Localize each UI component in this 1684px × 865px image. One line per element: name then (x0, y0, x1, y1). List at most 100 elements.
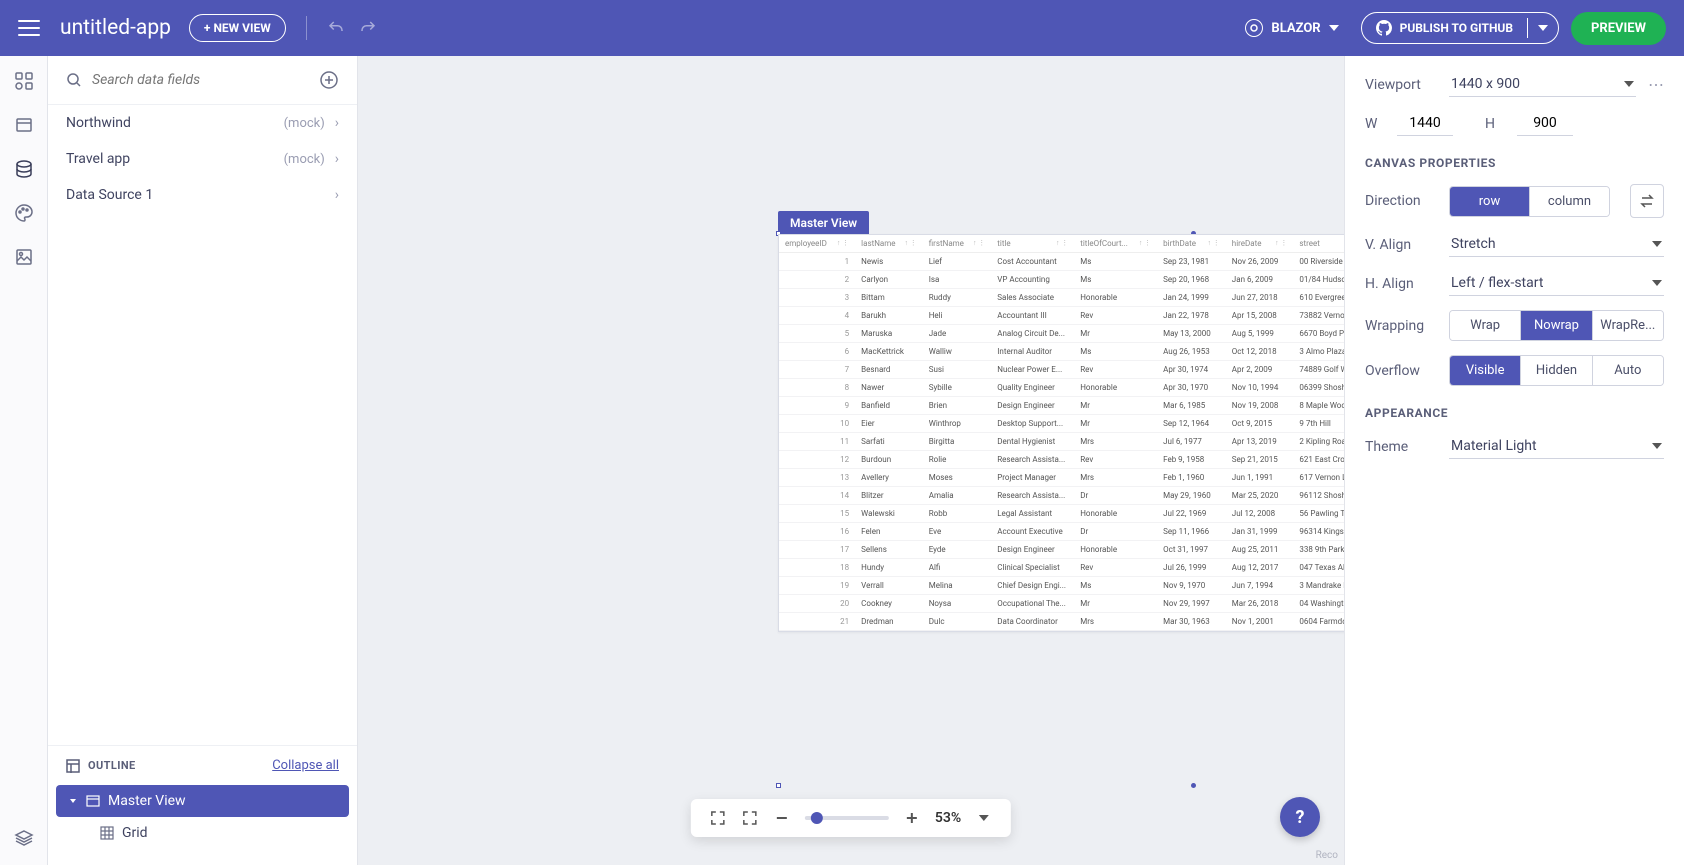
mock-badge: (mock) (284, 152, 325, 167)
column-header[interactable]: lastName↑ ⋮ (855, 235, 923, 253)
assets-icon[interactable] (13, 246, 35, 268)
table-row[interactable]: 1NewisLiefCost AccountantMsSep 23, 1981N… (779, 253, 1344, 271)
search-input[interactable] (92, 72, 309, 88)
datasource-item[interactable]: Data Source 1› (48, 177, 357, 213)
halign-select[interactable]: Left / flex-start (1449, 271, 1664, 296)
datasource-item[interactable]: Northwind(mock)› (48, 105, 357, 141)
outline-tree: Master View Grid (48, 785, 357, 865)
zoom-out-icon[interactable] (773, 809, 791, 827)
segment-option[interactable]: Nowrap (1521, 311, 1592, 340)
table-row[interactable]: 10EierWinthropDesktop Support...MrSep 12… (779, 415, 1344, 433)
valign-label: V. Align (1365, 237, 1437, 253)
resize-handle[interactable] (776, 783, 781, 788)
column-header[interactable]: titleOfCourt...↑ ⋮ (1074, 235, 1157, 253)
segment-option[interactable]: Auto (1593, 356, 1663, 385)
publish-dropdown[interactable] (1527, 18, 1558, 38)
tree-child[interactable]: Grid (56, 817, 349, 849)
column-header[interactable]: hireDate↑ ⋮ (1226, 235, 1294, 253)
blazor-icon (1245, 19, 1263, 37)
new-view-button[interactable]: + NEW VIEW (189, 14, 286, 42)
table-row[interactable]: 11SarfatiBirgittaDental HygienistMrsJul … (779, 433, 1344, 451)
valign-select[interactable]: Stretch (1449, 232, 1664, 257)
table-row[interactable]: 21DredmanDulcData CoordinatorMrsMar 30, … (779, 613, 1344, 631)
column-header[interactable]: title↑ ⋮ (991, 235, 1074, 253)
view-card[interactable]: employeeID↑ ⋮lastName↑ ⋮firstName↑ ⋮titl… (778, 234, 1344, 632)
segment-option[interactable]: column (1530, 187, 1609, 216)
table-row[interactable]: 13AvelleryMosesProject ManagerMrsFeb 1, … (779, 469, 1344, 487)
swap-direction-icon[interactable] (1630, 184, 1664, 218)
table-row[interactable]: 16FelenEveAccount ExecutiveDrSep 11, 196… (779, 523, 1344, 541)
zoom-in-icon[interactable] (903, 809, 921, 827)
h-label: H (1485, 116, 1505, 132)
data-grid[interactable]: employeeID↑ ⋮lastName↑ ⋮firstName↑ ⋮titl… (779, 235, 1344, 631)
width-input[interactable] (1397, 111, 1453, 136)
view-tab[interactable]: Master View (778, 211, 869, 235)
redo-icon[interactable] (359, 19, 377, 37)
wrapping-segment: WrapNowrapWrapRe... (1449, 310, 1664, 341)
expand-icon[interactable] (741, 809, 759, 827)
preview-button[interactable]: PREVIEW (1571, 12, 1666, 45)
theme-select[interactable]: Material Light (1449, 434, 1664, 459)
table-row[interactable]: 7BesnardSusiNuclear Power E...RevApr 30,… (779, 361, 1344, 379)
fit-icon[interactable] (709, 809, 727, 827)
table-row[interactable]: 4BarukhHeliAccountant IIIRevJan 22, 1978… (779, 307, 1344, 325)
framework-label: BLAZOR (1271, 21, 1320, 36)
datasource-item[interactable]: Travel app(mock)› (48, 141, 357, 177)
table-row[interactable]: 20CookneyNoysaOccupational The...MrNov 2… (779, 595, 1344, 613)
zoom-slider[interactable] (805, 816, 889, 820)
publish-main[interactable]: PUBLISH TO GITHUB (1362, 13, 1527, 43)
framework-selector[interactable]: BLAZOR (1245, 19, 1338, 37)
table-row[interactable]: 3BittamRuddySales AssociateHonorableJan … (779, 289, 1344, 307)
icon-rail (0, 56, 48, 865)
segment-option[interactable]: Visible (1450, 356, 1521, 385)
segment-option[interactable]: Wrap (1450, 311, 1521, 340)
search-icon (66, 72, 82, 88)
resize-handle[interactable] (1191, 783, 1196, 788)
table-row[interactable]: 15WalewskiRobbLegal AssistantHonorableJu… (779, 505, 1344, 523)
zoom-dropdown[interactable] (975, 809, 993, 827)
chevron-down-icon (1624, 81, 1634, 87)
segment-option[interactable]: WrapRe... (1593, 311, 1663, 340)
more-icon[interactable]: ⋯ (1648, 75, 1664, 94)
height-input[interactable] (1517, 111, 1573, 136)
tree-root[interactable]: Master View (56, 785, 349, 817)
zoom-thumb[interactable] (811, 812, 823, 824)
table-row[interactable]: 12BurdounRolieResearch Assista...RevFeb … (779, 451, 1344, 469)
segment-option[interactable]: Hidden (1521, 356, 1592, 385)
components-icon[interactable] (13, 70, 35, 92)
table-row[interactable]: 6MacKettrickWalliwInternal AuditorMsAug … (779, 343, 1344, 361)
app-title: untitled-app (60, 16, 171, 40)
data-icon[interactable] (13, 158, 35, 180)
table-row[interactable]: 5MaruskaJadeAnalog Circuit De...MrMay 13… (779, 325, 1344, 343)
help-button[interactable]: ? (1280, 797, 1320, 837)
github-icon (1376, 20, 1392, 36)
views-icon[interactable] (13, 114, 35, 136)
segment-option[interactable]: row (1450, 187, 1530, 216)
datasource-name: Data Source 1 (66, 187, 153, 203)
column-header[interactable]: firstName↑ ⋮ (923, 235, 992, 253)
table-row[interactable]: 2CarlyonIsaVP AccountingMsSep 20, 1968Ja… (779, 271, 1344, 289)
undo-icon[interactable] (327, 19, 345, 37)
app-header: untitled-app + NEW VIEW BLAZOR PUBLISH T… (0, 0, 1684, 56)
chevron-down-icon (68, 796, 78, 806)
zoom-percent: 53% (935, 810, 961, 826)
canvas[interactable]: Master View employeeID↑ ⋮lastName↑ ⋮firs… (358, 56, 1344, 865)
table-row[interactable]: 17SellensEydeDesign EngineerHonorableOct… (779, 541, 1344, 559)
table-row[interactable]: 8NawerSybilleQuality EngineerHonorableAp… (779, 379, 1344, 397)
hamburger-icon[interactable] (18, 20, 40, 36)
theme-icon[interactable] (13, 202, 35, 224)
mock-badge: (mock) (284, 116, 325, 131)
tree-child-label: Grid (122, 825, 148, 841)
table-row[interactable]: 14BlitzerAmaliaResearch Assista...DrMay … (779, 487, 1344, 505)
add-datasource-icon[interactable] (319, 70, 339, 90)
table-row[interactable]: 19VerrallMelinaChief Design Engi...MsNov… (779, 577, 1344, 595)
table-row[interactable]: 9BanfieldBrienDesign EngineerMrMar 6, 19… (779, 397, 1344, 415)
column-header[interactable]: street↑ ⋮ (1293, 235, 1344, 253)
viewport-select[interactable]: 1440 x 900 (1449, 72, 1636, 97)
collapse-all-link[interactable]: Collapse all (272, 758, 339, 773)
column-header[interactable]: birthDate↑ ⋮ (1157, 235, 1226, 253)
column-header[interactable]: employeeID↑ ⋮ (779, 235, 855, 253)
table-row[interactable]: 18HundyAlfiClinical SpecialistRevJul 26,… (779, 559, 1344, 577)
halign-label: H. Align (1365, 276, 1437, 292)
layers-icon[interactable] (13, 827, 35, 849)
